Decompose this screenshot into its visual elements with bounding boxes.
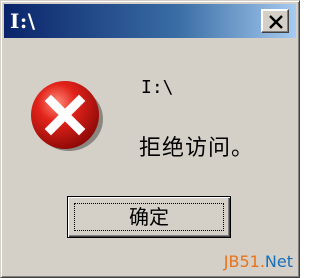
title-bar[interactable]: I:\ <box>4 4 296 38</box>
close-button[interactable] <box>261 9 289 33</box>
dialog-window: I:\ I:\ 拒绝访问。 确定 JB51.Net <box>0 0 300 278</box>
watermark: JB51.Net <box>224 253 293 271</box>
watermark-part2: Net <box>264 252 293 271</box>
watermark-part1: JB51. <box>223 252 265 271</box>
ok-button-label: 确定 <box>129 205 169 229</box>
message-path: I:\ <box>141 77 174 98</box>
window-title: I:\ <box>10 9 36 33</box>
message-text: 拒绝访问。 <box>139 136 255 161</box>
close-x-icon <box>269 15 283 29</box>
ok-button[interactable]: 确定 <box>67 196 231 238</box>
error-icon <box>31 81 103 151</box>
